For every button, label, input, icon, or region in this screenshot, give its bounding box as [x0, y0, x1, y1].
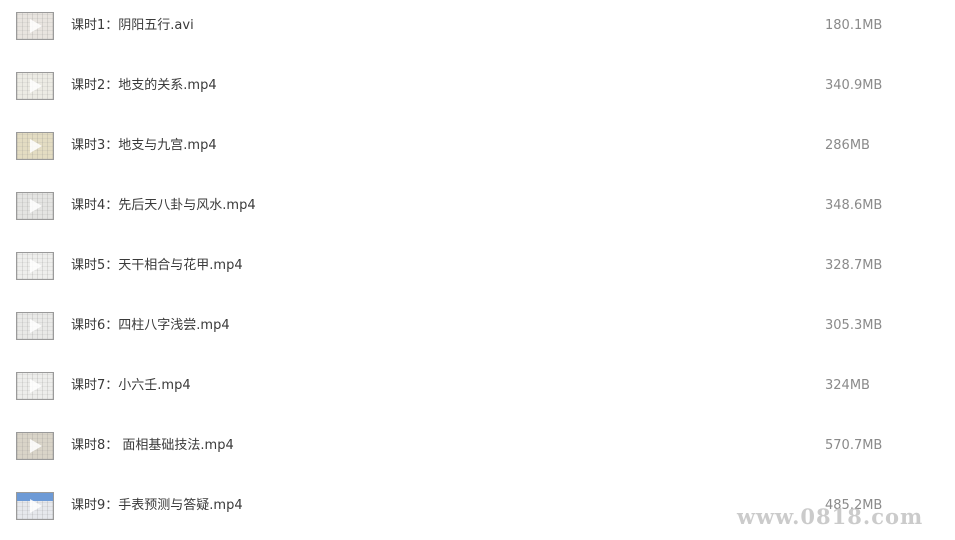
video-thumbnail-icon[interactable]: [16, 312, 54, 340]
file-list: 课时1：阴阳五行.avi 180.1MB 课时2：地支的关系.mp4 340.9MB 课…: [0, 0, 955, 540]
file-size: 305.3MB: [825, 318, 883, 333]
file-row[interactable]: 课时1：阴阳五行.avi 180.1MB: [0, 0, 955, 60]
file-size: 340.9MB: [825, 78, 883, 93]
file-row[interactable]: 课时7：小六壬.mp4 324MB: [0, 360, 955, 420]
file-name[interactable]: 课时5：天干相合与花甲.mp4: [71, 257, 243, 275]
file-name[interactable]: 课时6：四柱八字浅尝.mp4: [71, 317, 230, 335]
file-row[interactable]: 课时2：地支的关系.mp4 340.9MB: [0, 60, 955, 120]
file-size: 180.1MB: [825, 18, 883, 33]
watermark-text: www.0818.com: [737, 504, 924, 529]
file-size: 324MB: [825, 378, 870, 393]
file-name[interactable]: 课时4：先后天八卦与风水.mp4: [71, 197, 256, 215]
thumbnail-band: [17, 493, 53, 501]
file-name[interactable]: 课时1：阴阳五行.avi: [71, 17, 194, 35]
file-size: 348.6MB: [825, 198, 883, 213]
file-row[interactable]: 课时5：天干相合与花甲.mp4 328.7MB: [0, 240, 955, 300]
file-size: 570.7MB: [825, 438, 883, 453]
file-name[interactable]: 课时8： 面相基础技法.mp4: [71, 437, 234, 455]
video-thumbnail-icon[interactable]: [16, 252, 54, 280]
file-name[interactable]: 课时7：小六壬.mp4: [71, 377, 191, 395]
video-thumbnail-icon[interactable]: [16, 132, 54, 160]
video-thumbnail-icon[interactable]: [16, 432, 54, 460]
video-thumbnail-icon[interactable]: [16, 192, 54, 220]
file-name[interactable]: 课时9：手表预测与答疑.mp4: [71, 497, 243, 515]
video-thumbnail-icon[interactable]: [16, 372, 54, 400]
video-thumbnail-icon[interactable]: [16, 492, 54, 520]
video-thumbnail-icon[interactable]: [16, 12, 54, 40]
file-row[interactable]: 课时6：四柱八字浅尝.mp4 305.3MB: [0, 300, 955, 360]
file-name[interactable]: 课时3：地支与九宫.mp4: [71, 137, 217, 155]
file-row[interactable]: 课时3：地支与九宫.mp4 286MB: [0, 120, 955, 180]
file-row[interactable]: 课时8： 面相基础技法.mp4 570.7MB: [0, 420, 955, 480]
file-row[interactable]: 课时4：先后天八卦与风水.mp4 348.6MB: [0, 180, 955, 240]
file-size: 328.7MB: [825, 258, 883, 273]
file-size: 286MB: [825, 138, 870, 153]
video-thumbnail-icon[interactable]: [16, 72, 54, 100]
file-name[interactable]: 课时2：地支的关系.mp4: [71, 77, 217, 95]
